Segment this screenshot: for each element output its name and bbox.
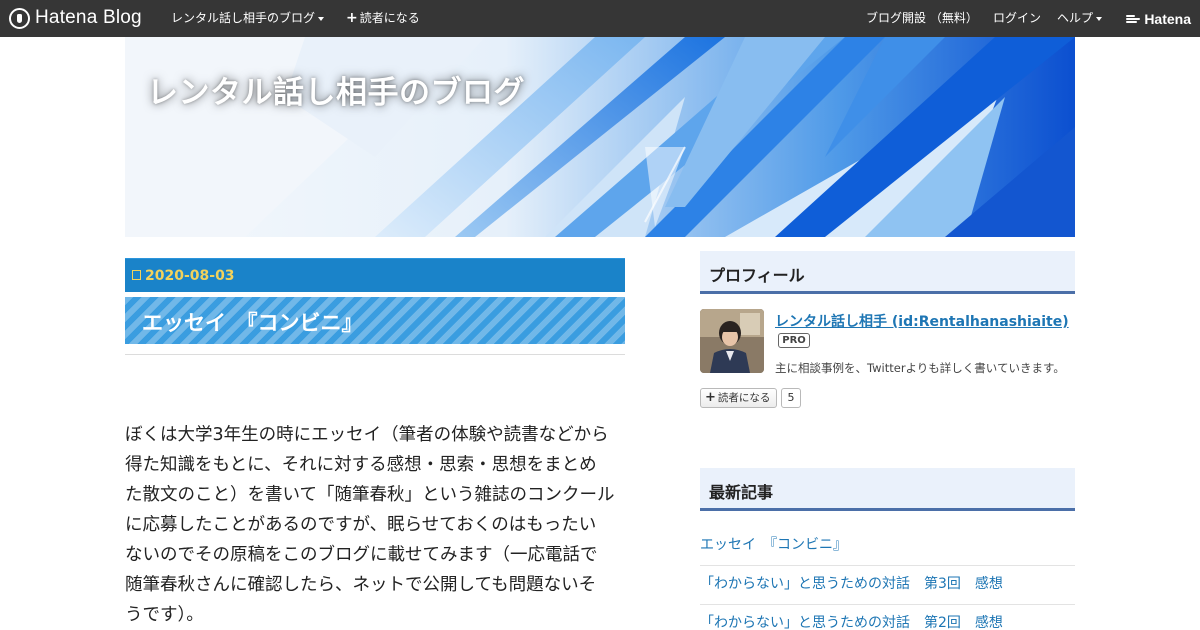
blog-menu-label: レンタル話し相手のブログ [171, 11, 316, 25]
avatar-image [700, 309, 764, 373]
logo-text: Hatena Blog [35, 7, 142, 28]
plus-icon: + [346, 10, 358, 26]
body-line: た散文のこと）を書いて「随筆春秋」という雑誌のコンクール [125, 485, 615, 505]
blog-menu-dropdown[interactable]: レンタル話し相手のブログ [171, 0, 325, 37]
entry-title[interactable]: エッセイ 『コンビニ』 [142, 307, 363, 337]
body-line: ないのでその原稿をこのブログに載せてみます（一応電話で [125, 545, 598, 565]
body-line: 随筆春秋さんに確認したら、ネットで公開しても問題ないそ [125, 575, 597, 595]
help-label: ヘルプ [1057, 11, 1094, 25]
profile-description: 主に相談事例を、Twitterよりも詳しく書いていきます。 [775, 361, 1065, 375]
hatena-blog-logo-icon [9, 7, 30, 29]
global-header: Hatena Blog レンタル話し相手のブログ + 読者になる ブログ開設 （無… [0, 0, 1200, 37]
help-dropdown[interactable]: ヘルプ [1057, 0, 1103, 37]
blog-header: レンタル話し相手のブログ [125, 37, 1075, 237]
recent-entry-link[interactable]: エッセイ 『コンビニ』 [700, 527, 1075, 566]
profile-name-link[interactable]: レンタル話し相手 (id:Rentalhanashiaite) [775, 311, 1069, 331]
hatena-label: Hatena [1144, 10, 1191, 27]
body-line: ぼくは大学3年生の時にエッセイ（筆者の体験や読書などから [125, 425, 609, 445]
divider [125, 354, 625, 355]
subscribe-button-label: 読者になる [717, 392, 771, 404]
body-line: 得た知識をもとに、それに対する感想・思索・思想をまとめ [125, 455, 597, 475]
subscribe-button[interactable]: + 読者になる [700, 388, 777, 408]
subscribe-link[interactable]: + 読者になる [346, 0, 420, 37]
blog-title[interactable]: レンタル話し相手のブログ [147, 67, 525, 112]
avatar[interactable] [700, 309, 764, 373]
caret-down-icon [318, 16, 325, 21]
body-line: に応募したことがあるのですが、眠らせておくのはもったい [125, 515, 597, 535]
recent-entries-module-title: 最新記事 [700, 468, 1075, 511]
entry-content: ぼくは大学3年生の時にエッセイ（筆者の体験や読書などから 得た知識をもとに、それ… [125, 420, 627, 630]
paragraph: ぼくは大学3年生の時にエッセイ（筆者の体験や読書などから 得た知識をもとに、それ… [125, 420, 627, 630]
caret-down-icon [1096, 16, 1103, 21]
entry-date[interactable]: 2020-08-03 [145, 268, 235, 284]
entry-title-bar: エッセイ 『コンビニ』 [125, 297, 625, 344]
plus-icon: + [705, 390, 716, 405]
recent-entry-link[interactable]: 「わからない」と思うための対話 第2回 感想 [700, 605, 1075, 630]
hatena-blog-logo[interactable]: Hatena Blog [9, 7, 142, 29]
recent-entry-link[interactable]: 「わからない」と思うための対話 第3回 感想 [700, 566, 1075, 605]
recent-entries-list: エッセイ 『コンビニ』 「わからない」と思うための対話 第3回 感想 「わからな… [700, 527, 1075, 630]
entry-date-bar: 2020-08-03 [125, 258, 625, 292]
hatena-link[interactable]: Hatena [1126, 0, 1191, 37]
body-line: うです）。 [125, 605, 204, 625]
calendar-icon [132, 270, 141, 280]
hatena-logo-icon [1126, 14, 1141, 24]
login-link[interactable]: ログイン [993, 0, 1041, 37]
pro-badge: PRO [778, 333, 810, 348]
subscriber-count[interactable]: 5 [781, 388, 801, 408]
subscribe-label: 読者になる [359, 11, 420, 25]
profile-module-title: プロフィール [700, 251, 1075, 294]
open-blog-link[interactable]: ブログ開設 （無料） [866, 0, 978, 37]
